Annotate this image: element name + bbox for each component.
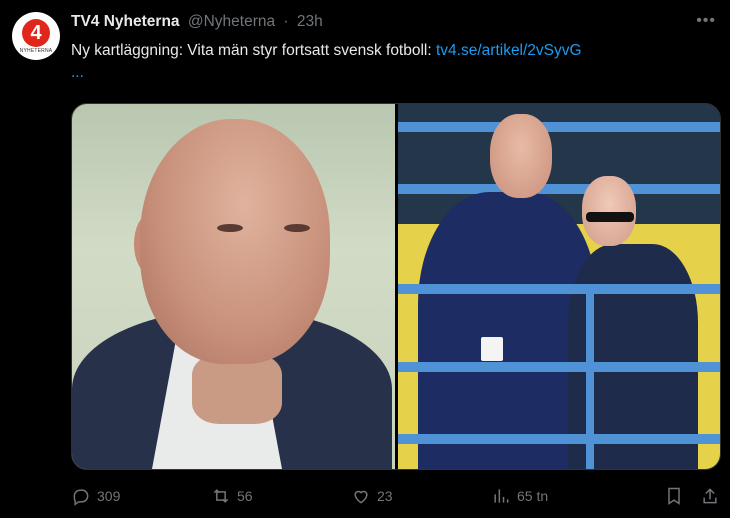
bookmark-icon[interactable]: [664, 486, 684, 506]
middle-rail: [397, 184, 720, 194]
meta-separator: ·: [283, 13, 289, 30]
views-count: 65 tn: [517, 488, 549, 504]
tv4-logo-number: 4: [22, 19, 50, 47]
tweet-header: TV4 Nyheterna @Nyheterna · 23h: [71, 13, 323, 31]
reply-button[interactable]: 309: [71, 486, 211, 506]
views-icon: [494, 489, 509, 503]
repost-button[interactable]: 56: [211, 486, 351, 506]
sunglasses: [585, 212, 634, 222]
like-button[interactable]: 23: [351, 486, 491, 506]
timestamp[interactable]: 23h: [297, 13, 323, 30]
views-button[interactable]: 65 tn: [491, 486, 631, 506]
eye-left: [217, 224, 243, 232]
neck-shape: [192, 354, 282, 424]
tweet-body: Ny kartläggning: Vita män styr fortsatt …: [71, 42, 432, 59]
right-photo[interactable]: [397, 104, 720, 469]
avatar[interactable]: 4 NYHETERNA: [12, 12, 60, 60]
tweet-link[interactable]: tv4.se/artikel/2vSyvG: [436, 42, 582, 59]
tv4-logo-text: NYHETERNA: [19, 48, 53, 54]
man-one-head: [489, 114, 552, 198]
reply-icon: [73, 489, 89, 506]
front-rail-low: [397, 434, 720, 444]
share-icon[interactable]: [700, 486, 720, 506]
account-name[interactable]: TV4 Nyheterna: [71, 13, 180, 30]
media-grid: [71, 103, 721, 470]
tweet-text: Ny kartläggning: Vita män styr fortsatt …: [71, 40, 721, 84]
like-count: 23: [377, 488, 393, 504]
left-photo[interactable]: [72, 104, 395, 469]
account-handle[interactable]: @Nyheterna: [188, 13, 275, 30]
top-rail: [397, 122, 720, 132]
front-rail-mid: [397, 362, 720, 372]
reply-count: 309: [97, 488, 121, 504]
rail-post: [585, 284, 594, 469]
secondary-actions: [664, 486, 720, 506]
heart-icon: [354, 490, 368, 504]
cup: [480, 337, 503, 361]
head-shape: [140, 119, 330, 364]
more-icon[interactable]: •••: [696, 12, 716, 30]
front-rail-upper: [397, 284, 720, 294]
repost-count: 56: [237, 488, 253, 504]
tweet-actions: 309 56 23 65 tn: [71, 484, 720, 508]
man-two-head: [581, 176, 636, 246]
repost-icon: [213, 489, 229, 503]
eye-right: [284, 224, 310, 232]
tweet-link-ellipsis: ...: [71, 64, 84, 81]
